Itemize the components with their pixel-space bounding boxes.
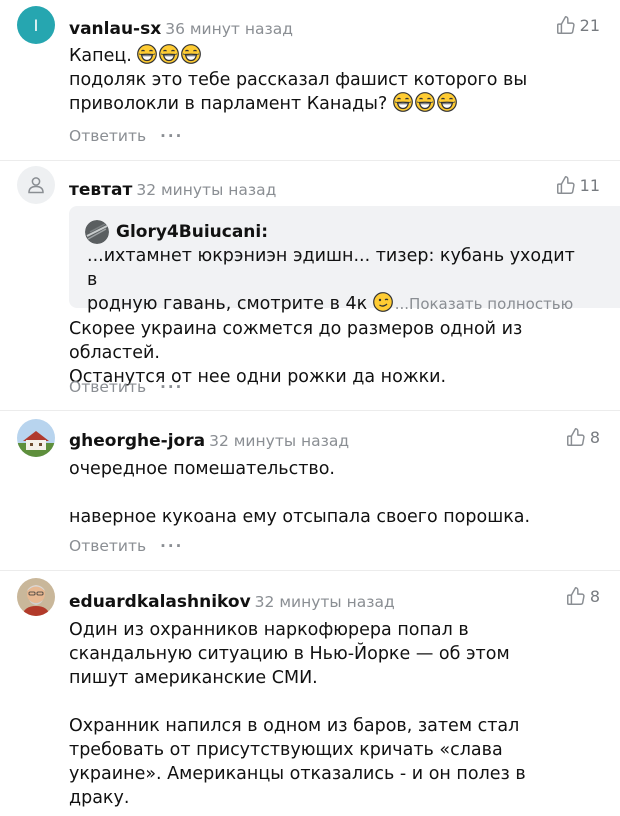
- quote-username[interactable]: Glory4Buiucani:: [116, 222, 268, 242]
- comment-line: драку.: [69, 788, 130, 808]
- comment-tevtat: тевтат 32 минуты назад 11 Glory4Buiucani:…: [0, 160, 620, 410]
- comment-actions: Ответить ···: [69, 378, 183, 396]
- comment-gheorghe-jora: gheorghe-jora 32 минуты назад 8 очередное…: [0, 410, 620, 570]
- laughing-emoji-icon: [437, 92, 457, 112]
- laughing-emoji-icon: [181, 44, 201, 64]
- comment-actions: Ответить ···: [69, 537, 183, 555]
- comment-line: Охранник напился в одном из баров, затем…: [69, 716, 520, 736]
- like-button[interactable]: 11: [555, 174, 600, 196]
- comment-eduardkalashnikov: eduardkalashnikov 32 минуты назад 8 Один …: [0, 570, 620, 816]
- username[interactable]: vanlau-sx 36 минут назад: [69, 19, 293, 39]
- comment-line: очередное помешательство.: [69, 459, 335, 479]
- laughing-emoji-icon: [137, 44, 157, 64]
- avatar-letter: I: [33, 15, 39, 35]
- laughing-emoji-icon: [415, 92, 435, 112]
- like-button[interactable]: 21: [555, 14, 600, 36]
- reply-button[interactable]: Ответить: [69, 537, 146, 555]
- comment-text: Один из охранников наркофюрера попал в с…: [69, 618, 609, 810]
- more-options-button[interactable]: ···: [160, 537, 183, 555]
- reply-button[interactable]: Ответить: [69, 127, 146, 145]
- quote-header: Glory4Buiucani:: [85, 220, 268, 244]
- thumbs-up-icon: [565, 426, 587, 448]
- like-button[interactable]: 8: [565, 585, 600, 607]
- avatar[interactable]: [17, 166, 55, 204]
- laughing-emoji-icon: [393, 92, 413, 112]
- username-text[interactable]: тевтат: [69, 180, 132, 200]
- comment-text: очередное помешательство. наверное кукоа…: [69, 457, 609, 529]
- more-options-button[interactable]: ···: [160, 127, 183, 145]
- user-icon: [28, 177, 44, 194]
- thumbs-up-icon: [565, 585, 587, 607]
- laughing-emoji-icon: [159, 44, 179, 64]
- comment-text: Капец. подоляк это тебе рассказал фашист…: [69, 44, 609, 116]
- timestamp: 36 минут назад: [165, 20, 293, 38]
- reply-button[interactable]: Ответить: [69, 378, 146, 396]
- username-text[interactable]: eduardkalashnikov: [69, 592, 251, 612]
- quote-line: ...ихтамнет юкрэниэн эдишн... тизер: куб…: [87, 246, 575, 290]
- quote-line: родную гавань, смотрите в 4к: [87, 294, 368, 314]
- comment-line: Капец.: [69, 46, 132, 66]
- comment-line: Скорее украина сожмется до размеров одно…: [69, 319, 523, 363]
- more-options-button[interactable]: ···: [160, 378, 183, 396]
- like-count: 21: [579, 15, 600, 35]
- comment-line: пишут американские СМИ.: [69, 668, 318, 688]
- like-count: 8: [589, 586, 600, 606]
- comment-line: подоляк это тебе рассказал фашист которо…: [69, 70, 528, 90]
- quoted-comment[interactable]: Glory4Buiucani: ...ихтамнет юкрэниэн эди…: [69, 206, 620, 314]
- username[interactable]: eduardkalashnikov 32 минуты назад: [69, 592, 395, 612]
- comment-vanlau-sx: I vanlau-sx 36 минут назад 21 Капец. подо…: [0, 0, 620, 160]
- comment-line: требовать от присутствующих кричать «сла…: [69, 740, 503, 760]
- timestamp: 32 минуты назад: [136, 181, 277, 199]
- username-text[interactable]: gheorghe-jora: [69, 431, 205, 451]
- smirk-emoji-icon: [373, 292, 393, 312]
- timestamp: 32 минуты назад: [209, 432, 350, 450]
- comment-line: приволокли в парламент Канады?: [69, 94, 388, 114]
- avatar[interactable]: [17, 419, 55, 457]
- thumbs-up-icon: [555, 174, 577, 196]
- username[interactable]: тевтат 32 минуты назад: [69, 180, 276, 200]
- comment-line: украине». Американцы отказались - и он п…: [69, 764, 526, 784]
- quote-avatar: [85, 220, 109, 244]
- avatar[interactable]: [17, 578, 55, 616]
- show-more-link[interactable]: ...Показать полностью: [395, 295, 574, 313]
- comment-line: скандальную ситуацию в Нью-Йорке — об эт…: [69, 644, 510, 664]
- like-button[interactable]: 8: [565, 426, 600, 448]
- username[interactable]: gheorghe-jora 32 минуты назад: [69, 431, 349, 451]
- username-text[interactable]: vanlau-sx: [69, 19, 161, 39]
- quote-text: ...ихтамнет юкрэниэн эдишн... тизер: куб…: [87, 244, 587, 316]
- comment-line: наверное кукоана ему отсыпала своего пор…: [69, 507, 531, 527]
- like-count: 11: [579, 175, 600, 195]
- comment-actions: Ответить ···: [69, 127, 183, 145]
- comment-line: Один из охранников наркофюрера попал в: [69, 620, 469, 640]
- like-count: 8: [589, 427, 600, 447]
- timestamp: 32 минуты назад: [254, 593, 395, 611]
- avatar[interactable]: I: [17, 6, 55, 44]
- thumbs-up-icon: [555, 14, 577, 36]
